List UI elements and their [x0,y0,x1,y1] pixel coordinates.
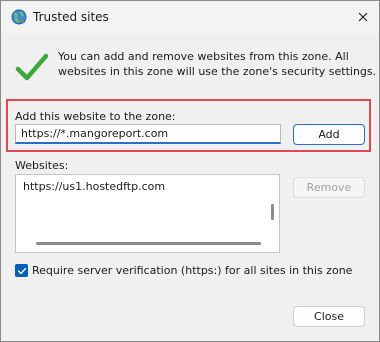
title-bar: Trusted sites [1,1,379,34]
remove-button[interactable]: Remove [293,177,365,198]
info-text: You can add and remove websites from thi… [58,50,377,78]
close-icon[interactable] [349,4,377,30]
require-https-checkbox[interactable] [15,264,28,277]
add-button[interactable]: Add [293,124,365,145]
info-section: You can add and remove websites from thi… [15,49,376,85]
globe-icon [11,9,27,25]
checkbox-check-icon [17,267,26,274]
list-item[interactable]: https://us1.hostedftp.com [23,180,165,193]
website-url-input[interactable] [15,124,281,144]
trusted-sites-dialog: Trusted sites You can add and remove web… [0,0,380,342]
websites-list[interactable]: https://us1.hostedftp.com [15,174,280,253]
window-title: Trusted sites [33,10,109,24]
require-https-label: Require server verification (https:) for… [32,264,353,277]
vertical-scrollbar[interactable] [271,204,274,220]
horizontal-scrollbar[interactable] [36,242,261,245]
add-site-label: Add this website to the zone: [15,110,176,123]
close-button[interactable]: Close [293,306,365,327]
websites-label: Websites: [15,159,69,172]
checkmark-icon [15,51,49,85]
